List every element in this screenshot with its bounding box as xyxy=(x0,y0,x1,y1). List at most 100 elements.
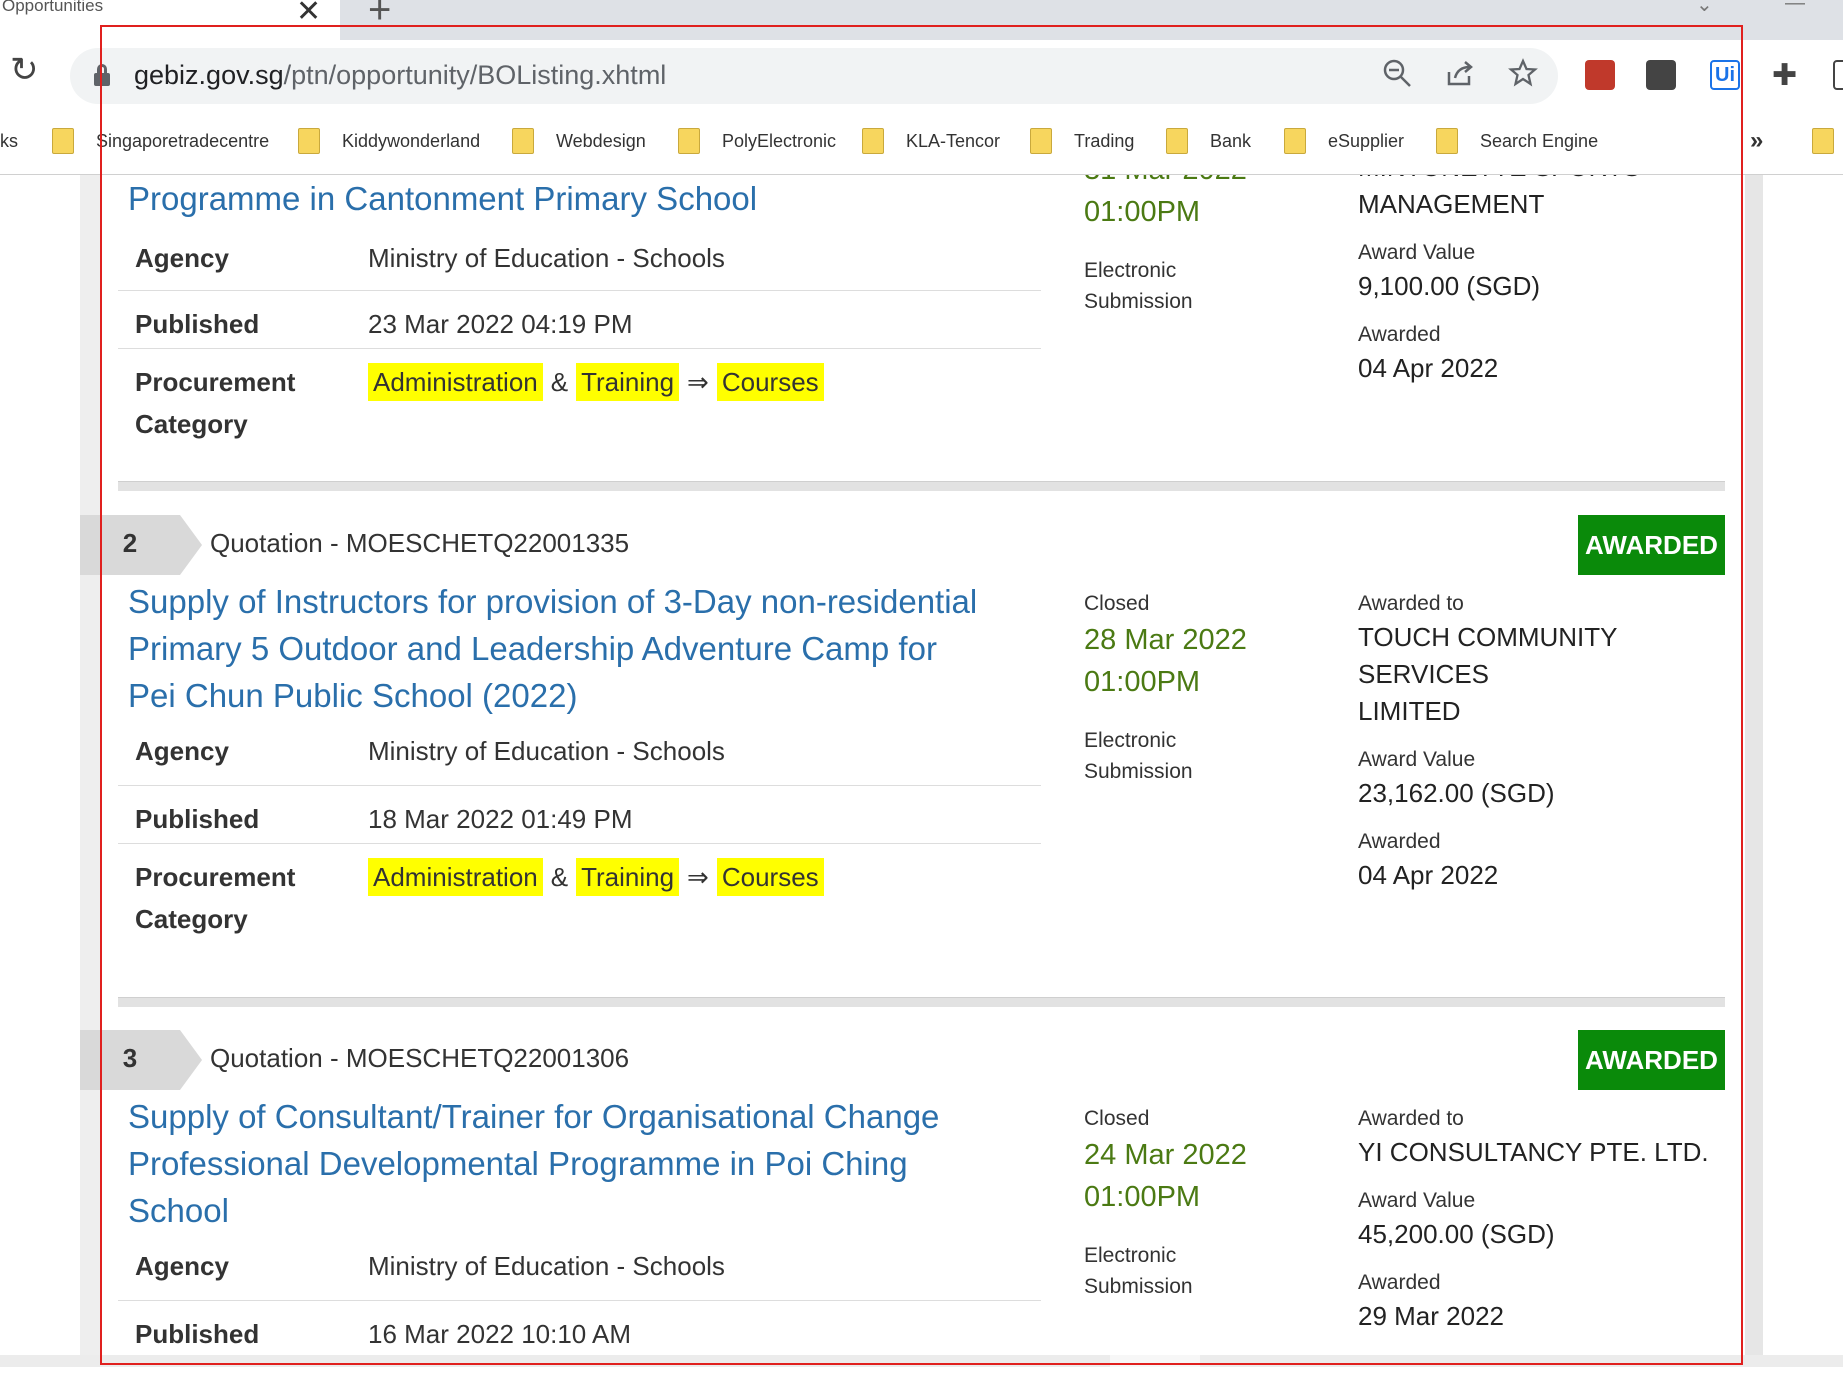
bookmark-folder[interactable]: Kiddywonderland xyxy=(298,126,480,156)
bookmark-folder[interactable]: Webdesign xyxy=(512,126,646,156)
award-value-label: Award Value xyxy=(1358,748,1476,771)
reload-icon[interactable]: ↻ xyxy=(10,50,39,90)
folder-icon xyxy=(1284,128,1306,154)
bookmark-truncated[interactable]: ks xyxy=(0,126,18,156)
bookmark-folder[interactable]: Singaporetradecentre xyxy=(52,126,269,156)
procurement-label: Procurement Category xyxy=(135,862,296,934)
uipath-extension-icon[interactable]: Ui xyxy=(1710,60,1740,90)
awarded-to-value-line2: MANAGEMENT xyxy=(1358,189,1545,219)
published-label: Published xyxy=(135,309,260,339)
card-divider xyxy=(118,997,1725,1007)
awarded-to-value: TOUCH COMMUNITY SERVICES xyxy=(1358,622,1618,689)
folder-icon xyxy=(1166,128,1188,154)
minimize-icon[interactable]: — xyxy=(1785,0,1805,15)
published-value: 16 Mar 2022 10:10 AM xyxy=(368,1319,632,1349)
closing-column: 31 Mar 2022 01:00PM ElectronicSubmission xyxy=(1084,175,1334,317)
category-tag[interactable]: Courses xyxy=(716,858,824,896)
closed-date: 24 Mar 2022 xyxy=(1084,1139,1247,1171)
side-panel-icon[interactable] xyxy=(1833,60,1843,90)
bookmark-folder[interactable]: Search Engine xyxy=(1436,126,1598,156)
published-label: Published xyxy=(135,804,260,834)
award-value: 23,162.00 (SGD) xyxy=(1358,778,1555,808)
category-tag[interactable]: Courses xyxy=(716,363,824,401)
procurement-category: Administration & Training ⇒ Courses xyxy=(368,361,824,403)
submission-label: Electronic Submission xyxy=(1084,729,1193,783)
closing-column: Closed 28 Mar 2022 01:00PM Electronic Sub… xyxy=(1084,588,1334,787)
bookmark-star-icon[interactable] xyxy=(1508,58,1538,96)
folder-icon xyxy=(1030,128,1052,154)
category-tag[interactable]: Administration xyxy=(368,858,543,896)
url-text[interactable]: gebiz.gov.sg/ptn/opportunity/BOListing.x… xyxy=(134,60,666,91)
award-value-label: Award Value xyxy=(1358,241,1476,264)
item-number: 2 xyxy=(80,515,202,575)
published-row: Published 16 Mar 2022 10:10 AM xyxy=(118,1300,1041,1349)
closed-time: 01:00PM xyxy=(1084,1181,1201,1213)
awarded-to-label: Awarded to xyxy=(1358,1107,1464,1130)
tab-strip: Opportunities ✕ + ⌄ — xyxy=(0,0,1843,40)
quotation-reference: Quotation - MOESCHETQ22001306 xyxy=(210,1043,630,1073)
submission-label: Electronic Submission xyxy=(1084,259,1193,313)
awarded-to-value: YI CONSULTANCY PTE. LTD. xyxy=(1358,1137,1709,1167)
awarded-to-value-line2: LIMITED xyxy=(1358,696,1461,726)
url-host: gebiz.gov.sg xyxy=(134,60,284,90)
zoom-icon[interactable] xyxy=(1382,58,1412,96)
folder-icon xyxy=(298,128,320,154)
folder-icon xyxy=(512,128,534,154)
awarded-label: Awarded xyxy=(1358,323,1441,346)
quotation-reference: Quotation - MOESCHETQ22001335 xyxy=(210,528,630,558)
extension-icon[interactable] xyxy=(1646,60,1676,90)
agency-label: Agency xyxy=(135,1251,229,1281)
bookmark-folder[interactable]: eSupplier xyxy=(1284,126,1404,156)
browser-tab[interactable]: Opportunities ✕ xyxy=(0,0,340,40)
bookmark-folder[interactable]: Bank xyxy=(1166,126,1251,156)
scrollbar-thumb[interactable] xyxy=(1110,1355,1200,1367)
award-column: MINTONETTE SPORTS MANAGEMENT Award Value… xyxy=(1358,175,1738,387)
tab-title: Opportunities xyxy=(2,0,104,15)
pdf-extension-icon[interactable] xyxy=(1585,60,1615,90)
agency-label: Agency xyxy=(135,736,229,766)
awarded-to-label: Awarded to xyxy=(1358,592,1464,615)
opportunity-title-link[interactable]: Supply of Instructors for provision of 3… xyxy=(128,578,1058,719)
opportunity-title-link[interactable]: Supply of Consultant/Trainer for Organis… xyxy=(128,1093,1058,1234)
bookmark-folder[interactable] xyxy=(1812,126,1843,156)
tab-search-icon[interactable]: ⌄ xyxy=(1696,0,1713,17)
opportunity-title-link[interactable]: Programme in Cantonment Primary School xyxy=(128,175,1058,222)
closing-column: Closed 24 Mar 2022 01:00PM Electronic Sub… xyxy=(1084,1103,1334,1302)
published-value: 18 Mar 2022 01:49 PM xyxy=(368,804,633,834)
agency-value: Ministry of Education - Schools xyxy=(368,243,725,273)
bookmark-folder[interactable]: KLA-Tencor xyxy=(862,126,1000,156)
category-tag[interactable]: Training xyxy=(576,363,680,401)
awarded-label: Awarded xyxy=(1358,830,1441,853)
close-tab-icon[interactable]: ✕ xyxy=(296,0,321,29)
agency-label: Agency xyxy=(135,243,229,273)
award-column: Awarded to YI CONSULTANCY PTE. LTD. Awar… xyxy=(1358,1103,1738,1335)
awarded-label: Awarded xyxy=(1358,1271,1441,1294)
closed-label: Closed xyxy=(1084,592,1150,615)
opportunity-card-2: 2 Quotation - MOESCHETQ22001335 AWARDED … xyxy=(80,515,1745,1015)
awarded-date: 04 Apr 2022 xyxy=(1358,353,1499,383)
card-divider xyxy=(118,481,1725,491)
category-tag[interactable]: Training xyxy=(576,858,680,896)
lock-icon[interactable] xyxy=(94,64,110,86)
opportunity-card-1: Programme in Cantonment Primary School A… xyxy=(80,175,1745,505)
award-column: Awarded to TOUCH COMMUNITY SERVICES LIMI… xyxy=(1358,588,1738,894)
page-viewport[interactable]: Programme in Cantonment Primary School A… xyxy=(0,175,1843,1355)
folder-icon xyxy=(862,128,884,154)
horizontal-scrollbar[interactable] xyxy=(0,1355,1843,1367)
new-tab-icon[interactable]: + xyxy=(368,0,391,33)
folder-icon xyxy=(678,128,700,154)
closed-time: 01:00PM xyxy=(1084,666,1201,698)
bookmarks-overflow-icon[interactable]: » xyxy=(1750,126,1763,156)
awarded-to-value: MINTONETTE SPORTS xyxy=(1358,175,1738,186)
procurement-row: Procurement Category Administration & Train… xyxy=(118,843,1041,934)
extensions-puzzle-icon[interactable]: ✚ xyxy=(1772,58,1797,93)
bookmark-folder[interactable]: PolyElectronic xyxy=(678,126,836,156)
category-tag[interactable]: Administration xyxy=(368,363,543,401)
published-row: Published 23 Mar 2022 04:19 PM xyxy=(118,290,1041,339)
bookmark-folder[interactable]: Trading xyxy=(1030,126,1134,156)
folder-icon xyxy=(52,128,74,154)
item-number: 3 xyxy=(80,1030,202,1090)
opportunity-card-3: 3 Quotation - MOESCHETQ22001306 AWARDED … xyxy=(80,1030,1745,1355)
status-badge: AWARDED xyxy=(1578,515,1725,575)
share-icon[interactable] xyxy=(1445,58,1475,96)
